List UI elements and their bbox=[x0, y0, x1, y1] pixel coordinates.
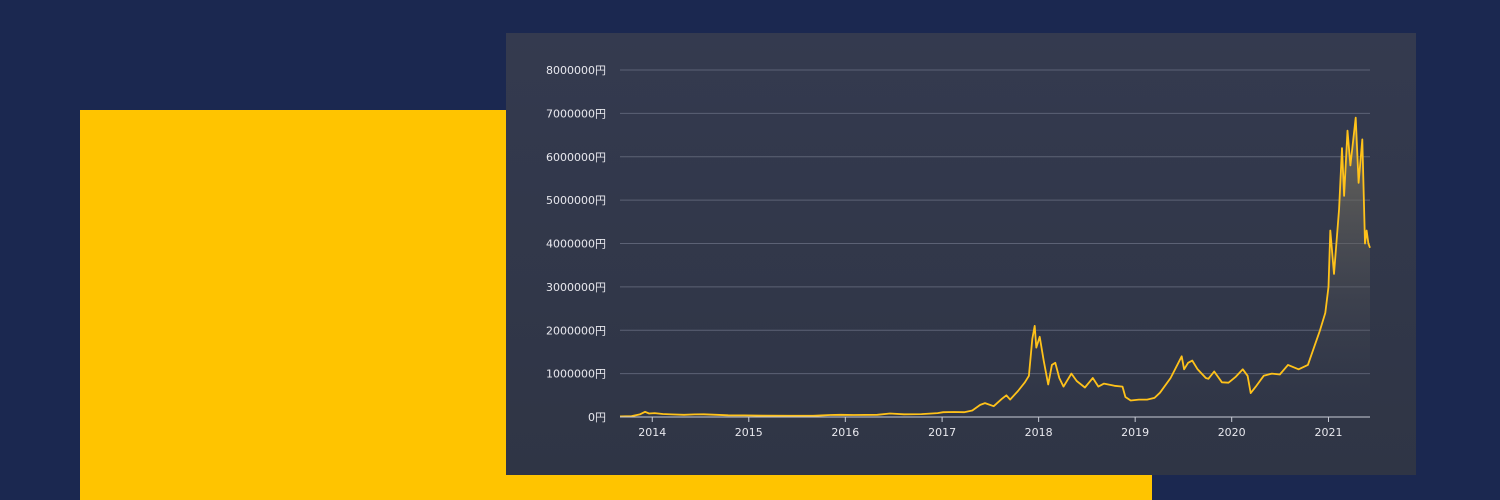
x-tick-label: 2018 bbox=[1025, 426, 1053, 439]
price-chart: 0円 1000000円 2000000円 3000000円 4000000円 500000… bbox=[546, 64, 1371, 439]
x-tick-label: 2017 bbox=[928, 426, 956, 439]
x-tick-label: 2020 bbox=[1218, 426, 1246, 439]
price-chart-card: 0円 1000000円 2000000円 3000000円 4000000円 500000… bbox=[506, 33, 1416, 475]
y-tick-label: 8000000円 bbox=[546, 64, 606, 77]
y-tick-label: 3000000円 bbox=[546, 281, 606, 294]
y-tick-label: 7000000円 bbox=[546, 107, 606, 120]
y-axis-ticks: 0円 1000000円 2000000円 3000000円 4000000円 500000… bbox=[546, 64, 606, 424]
y-tick-label: 1000000円 bbox=[546, 368, 606, 381]
x-tick-label: 2016 bbox=[831, 426, 859, 439]
x-axis-ticks: 2014 2015 2016 2017 2018 2019 2020 2021 bbox=[638, 417, 1342, 439]
price-line bbox=[619, 116, 1371, 418]
y-tick-label: 4000000円 bbox=[546, 238, 606, 251]
price-area bbox=[620, 117, 1370, 417]
x-tick-label: 2019 bbox=[1121, 426, 1149, 439]
x-tick-label: 2014 bbox=[638, 426, 666, 439]
y-tick-label: 0円 bbox=[588, 411, 606, 424]
x-tick-label: 2015 bbox=[735, 426, 763, 439]
y-tick-label: 5000000円 bbox=[546, 194, 606, 207]
y-tick-label: 6000000円 bbox=[546, 151, 606, 164]
x-tick-label: 2021 bbox=[1314, 426, 1342, 439]
grid-lines bbox=[620, 69, 1370, 375]
y-tick-label: 2000000円 bbox=[546, 324, 606, 337]
